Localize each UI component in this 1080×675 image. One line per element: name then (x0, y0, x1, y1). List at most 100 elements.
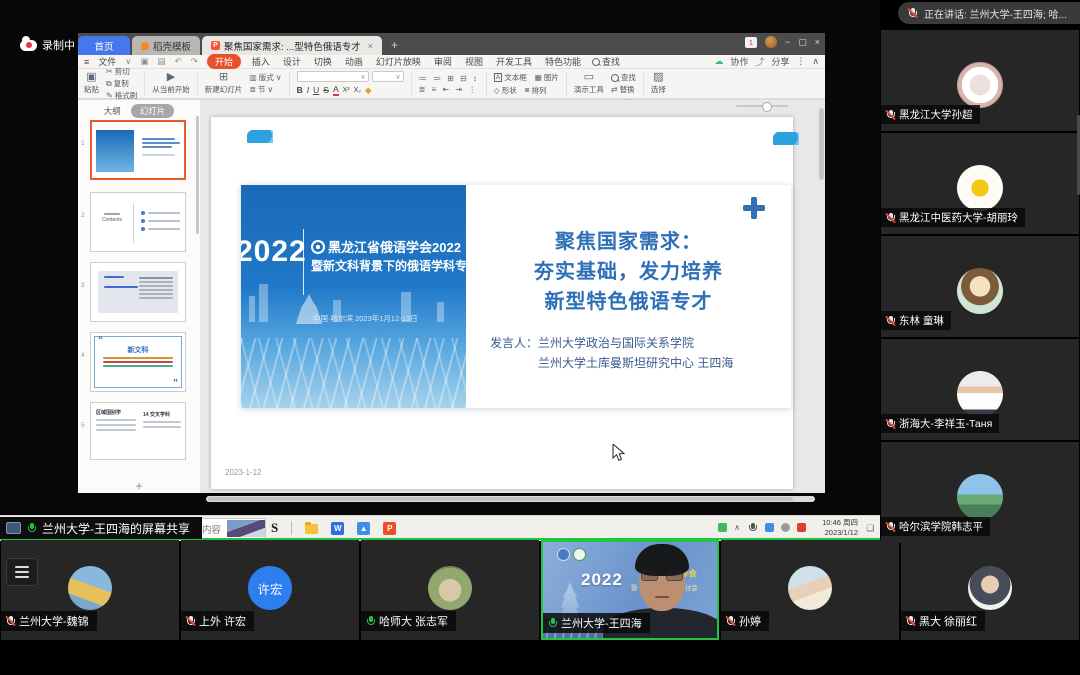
layout-button[interactable]: ▥版式∨ (249, 72, 281, 83)
replace-button[interactable]: ⇄替换 (611, 84, 636, 95)
add-slide-button[interactable]: + (135, 480, 142, 492)
participant-tile[interactable]: 哈师大 张志军 (361, 540, 539, 640)
tray-settings-icon[interactable] (781, 523, 790, 532)
file-explorer-icon[interactable] (305, 524, 318, 534)
undo-icon[interactable]: ↶ (175, 56, 182, 67)
tab-slides[interactable]: 幻灯片 (131, 104, 175, 118)
tab-outline[interactable]: 大纲 (104, 105, 121, 117)
menu-item-devtools[interactable]: 开发工具 (494, 55, 534, 68)
present-tools-button[interactable]: ▭ 演示工具 (574, 72, 604, 95)
wps-app-icon[interactable]: W (331, 522, 344, 535)
print-icon[interactable]: ▤ (158, 56, 166, 67)
save-icon[interactable]: ▣ (141, 56, 149, 67)
font-size-select[interactable]: ∨ (372, 71, 404, 82)
slide-title: 聚焦国家需求： 夯实基础，发力培养 新型特色俄语专才 (466, 227, 791, 317)
screen-share-banner: 兰州大学-王四海的屏幕共享 (0, 517, 202, 539)
participant-tile[interactable]: 孙婷 (721, 540, 899, 640)
participant-tile[interactable]: 黑大 徐丽红 (901, 540, 1079, 640)
tray-expand-icon[interactable]: ∧ (734, 523, 740, 532)
zoom-slider-thumb[interactable] (762, 102, 772, 112)
tab-home[interactable]: 首页 (78, 36, 130, 55)
notification-center-icon[interactable]: ❏ (866, 523, 874, 534)
minimize-button[interactable]: − (785, 37, 790, 47)
photos-app-icon[interactable]: ▲ (357, 522, 370, 535)
slide-thumbnail-1[interactable] (90, 120, 186, 180)
menu-item-animation[interactable]: 动画 (343, 55, 365, 68)
account-avatar[interactable] (765, 36, 777, 48)
subscript-button[interactable]: X₂ (354, 87, 361, 94)
menu-item-features[interactable]: 特色功能 (543, 55, 583, 68)
share-button[interactable]: 分享 (771, 55, 789, 68)
italic-button[interactable]: I (307, 85, 309, 95)
section-button[interactable]: ≣节∨ (249, 84, 281, 95)
presentation-app-icon[interactable]: P (383, 522, 396, 535)
underline-button[interactable]: U (313, 85, 319, 95)
font-family-select[interactable]: ∨ (297, 71, 369, 82)
select-button[interactable]: ▨ 选择 (651, 72, 666, 95)
copy-button[interactable]: ⧉复制 (106, 78, 137, 89)
highlight-button[interactable]: ◆ (365, 85, 372, 96)
tray-mic-icon[interactable] (747, 522, 758, 533)
menu-item-transition[interactable]: 切换 (312, 55, 334, 68)
participant-tile[interactable]: 许宏 上外 许宏 (181, 540, 359, 640)
participant-name: 兰州大学-魏锦 (19, 613, 89, 629)
participant-tile[interactable]: 黑龙江中医药大学-胡丽玲 (881, 133, 1079, 234)
find-button[interactable]: 查找 (611, 72, 636, 83)
menu-item-review[interactable]: 审阅 (432, 55, 454, 68)
slide-thumbnail-3[interactable] (90, 262, 186, 322)
message-badge[interactable]: 1 (745, 37, 757, 48)
hamburger-menu-icon[interactable]: ≡ (84, 57, 89, 67)
close-window-button[interactable]: × (815, 37, 820, 47)
participant-tile[interactable]: 黑龙江大学孙超 (881, 30, 1079, 131)
canvas-horizontal-scrollbar[interactable] (206, 496, 815, 502)
new-slide-button[interactable]: ⊞ 新建幻灯片 (205, 72, 243, 95)
picture-button[interactable]: ▦图片 (535, 72, 559, 83)
slide-thumbnail-2[interactable]: Contents (90, 192, 186, 252)
paragraph-tools-row2[interactable]: ≣ ≡ ⇤ ⇥ ⋮ (419, 85, 479, 94)
participant-tile[interactable]: 浙海大-李祥玉-Таня (881, 339, 1079, 440)
taskbar-clock[interactable]: 10:46 周四 2023/1/12 (822, 518, 858, 538)
superscript-button[interactable]: X² (343, 87, 350, 94)
cut-button[interactable]: ✂剪切 (106, 66, 137, 77)
menu-item-view[interactable]: 视图 (463, 55, 485, 68)
collapse-ribbon-icon[interactable]: ∧ (812, 56, 819, 67)
play-from-current-button[interactable]: ▶ 从当前开始 (152, 72, 190, 95)
tab-document[interactable]: P 聚焦国家需求: ...型特色俄语专才 × (202, 36, 382, 55)
maximize-button[interactable]: ▢ (798, 37, 807, 48)
participant-tile[interactable]: 东林 童琳 (881, 236, 1079, 337)
redo-icon[interactable]: ↷ (191, 56, 198, 67)
participant-tile[interactable]: 哈尔滨学院韩志平 (881, 442, 1079, 543)
arrange-button[interactable]: ⧈排列 (525, 85, 547, 96)
avatar (957, 62, 1003, 108)
layout-toggle-button[interactable] (6, 558, 38, 586)
panel-scrollbar[interactable] (196, 116, 199, 234)
active-speaker-video-tile[interactable]: 2022 会2022年年会 暨 学科专业建设研讨会 兰州大学-王四海 (541, 540, 719, 640)
slide-page[interactable]: 2022 黑龙江省俄语学会2022 暨新文科背景下的俄语学科专业 中国·哈尔滨 … (211, 117, 793, 489)
menu-item-slideshow[interactable]: 幻灯片放映 (374, 55, 423, 68)
slide-thumbnail-5[interactable]: 区域国别学 14 交叉学科 (90, 402, 186, 460)
tray-red-icon[interactable] (797, 523, 806, 532)
bold-button[interactable]: B (297, 85, 303, 95)
textbox-button[interactable]: A文本框 (494, 72, 527, 83)
find-menu[interactable]: 查找 (592, 55, 620, 68)
more-menu-icon[interactable]: ⋮ (796, 56, 805, 67)
menu-item-design[interactable]: 设计 (281, 55, 303, 68)
s-app-icon[interactable]: S (271, 520, 278, 536)
tray-blue-icon[interactable] (765, 523, 774, 532)
tray-green-icon[interactable] (718, 523, 727, 532)
participant-tile[interactable]: 兰州大学-魏锦 (1, 540, 179, 640)
strikethrough-button[interactable]: S (323, 85, 329, 95)
zoom-slider[interactable] (736, 105, 788, 107)
close-doc-icon[interactable]: × (368, 41, 373, 51)
paragraph-tools-row1[interactable]: ≔ ≕ ⊞ ⊟ ↕ (419, 74, 479, 83)
slide-thumbnail-4[interactable]: “ 新文科 ” (90, 332, 186, 392)
paste-button[interactable]: ▣ 粘贴 (84, 72, 99, 95)
shape-button[interactable]: ◇形状 (494, 85, 517, 96)
menu-item-start[interactable]: 开始 (207, 54, 241, 69)
canvas-vertical-scrollbar[interactable] (819, 108, 824, 180)
menu-item-insert[interactable]: 插入 (250, 55, 272, 68)
new-tab-button[interactable]: + (391, 38, 398, 52)
collaborate-button[interactable]: 协作 (730, 55, 748, 68)
tab-templates[interactable]: 稻壳模板 (132, 36, 200, 55)
font-color-button[interactable]: A (333, 84, 339, 96)
